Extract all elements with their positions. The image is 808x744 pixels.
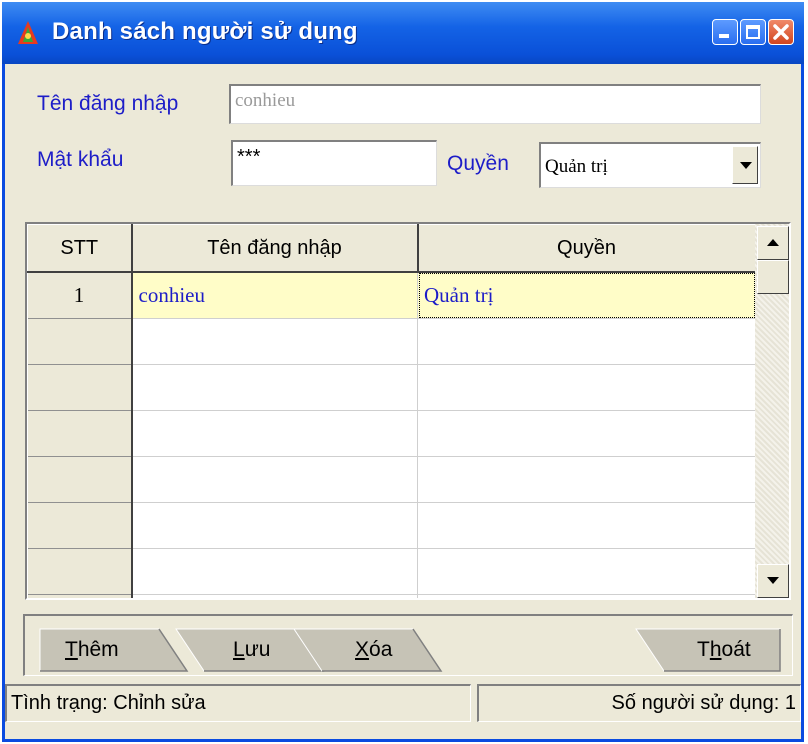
empty-row[interactable]: [27, 456, 756, 503]
row-number[interactable]: [27, 502, 133, 549]
row-number[interactable]: 1: [27, 272, 133, 319]
chevron-down-icon: [740, 162, 752, 169]
exit-button-label: oát: [721, 638, 751, 661]
empty-row[interactable]: [27, 548, 756, 595]
column-header-username[interactable]: Tên đăng nhập: [131, 224, 419, 273]
username-input[interactable]: conhieu: [229, 84, 761, 124]
role-label: Quyền: [447, 152, 509, 175]
row-number[interactable]: [27, 548, 133, 595]
username-cell[interactable]: [131, 456, 418, 503]
add-button[interactable]: Thêm: [39, 628, 189, 672]
app-triangle-icon: [18, 21, 38, 44]
minimize-icon: [719, 34, 729, 38]
username-cell[interactable]: [131, 410, 418, 457]
row-number[interactable]: [27, 410, 133, 457]
column-header-role[interactable]: Quyền: [417, 224, 757, 273]
empty-row[interactable]: [27, 410, 756, 457]
status-user-count: Số người sử dụng: 1: [477, 684, 801, 722]
table-header-row: STT Tên đăng nhập Quyền: [27, 224, 757, 273]
username-cell[interactable]: conhieu: [131, 272, 418, 319]
add-button-label: hêm: [77, 638, 119, 661]
user-grid[interactable]: STT Tên đăng nhập Quyền 1 conhieu Quản t…: [25, 222, 791, 600]
column-header-stt[interactable]: STT: [27, 224, 133, 273]
role-select-value: Quản trị: [545, 156, 608, 177]
window-title: Danh sách người sử dụng: [52, 18, 358, 45]
row-number[interactable]: [27, 456, 133, 503]
role-cell[interactable]: [417, 594, 756, 598]
status-bar: Tình trạng: Chỉnh sửa Số người sử dụng: …: [5, 684, 801, 724]
arrow-up-icon: [767, 239, 779, 246]
scroll-up-button[interactable]: [757, 226, 789, 260]
status-state: Tình trạng: Chỉnh sửa: [5, 684, 471, 722]
vertical-scrollbar[interactable]: [755, 224, 789, 598]
exit-button-mnemonic: h: [709, 638, 722, 661]
empty-row[interactable]: [27, 594, 756, 598]
username-cell[interactable]: [131, 548, 418, 595]
role-cell[interactable]: [417, 456, 756, 503]
save-button-mnemonic: L: [233, 638, 245, 661]
maximize-icon: [746, 25, 760, 39]
role-dropdown-button[interactable]: [732, 146, 758, 184]
password-label: Mật khẩu: [37, 148, 124, 171]
username-label: Tên đăng nhập: [37, 92, 179, 115]
password-input[interactable]: ***: [231, 140, 437, 186]
exit-button-label-pre: T: [697, 638, 710, 661]
username-cell[interactable]: [131, 364, 418, 411]
exit-button[interactable]: Thoát: [635, 628, 781, 672]
scroll-down-button[interactable]: [757, 564, 789, 598]
table-row[interactable]: 1 conhieu Quản trị: [27, 272, 756, 319]
row-number[interactable]: [27, 318, 133, 365]
empty-row[interactable]: [27, 502, 756, 549]
scroll-thumb[interactable]: [757, 260, 789, 294]
username-cell[interactable]: [131, 318, 418, 365]
add-button-mnemonic: T: [65, 638, 78, 661]
role-cell[interactable]: [417, 318, 756, 365]
row-number[interactable]: [27, 594, 133, 598]
role-cell[interactable]: [417, 410, 756, 457]
maximize-button[interactable]: [740, 19, 766, 45]
role-select[interactable]: Quản trị: [539, 142, 761, 188]
delete-button[interactable]: Xóa: [293, 628, 443, 672]
empty-row[interactable]: [27, 364, 756, 411]
user-list-window: Danh sách người sử dụng Tên đăng nhập co…: [2, 2, 804, 742]
role-cell[interactable]: [417, 502, 756, 549]
role-cell[interactable]: [417, 548, 756, 595]
delete-button-label: óa: [369, 638, 393, 661]
arrow-down-icon: [767, 577, 779, 584]
minimize-button[interactable]: [712, 19, 738, 45]
user-table: STT Tên đăng nhập Quyền 1 conhieu Quản t…: [27, 224, 757, 598]
delete-button-mnemonic: X: [355, 638, 370, 661]
action-toolbar: Thêm Lưu Xóa Thoát: [23, 614, 793, 676]
close-icon: [773, 24, 789, 40]
role-cell[interactable]: Quản trị: [417, 272, 756, 319]
close-button[interactable]: [768, 19, 794, 45]
save-button-label: ưu: [244, 638, 271, 661]
username-cell[interactable]: [131, 502, 418, 549]
title-bar[interactable]: Danh sách người sử dụng: [2, 2, 804, 64]
username-cell[interactable]: [131, 594, 418, 598]
role-cell[interactable]: [417, 364, 756, 411]
empty-row[interactable]: [27, 318, 756, 365]
row-number[interactable]: [27, 364, 133, 411]
